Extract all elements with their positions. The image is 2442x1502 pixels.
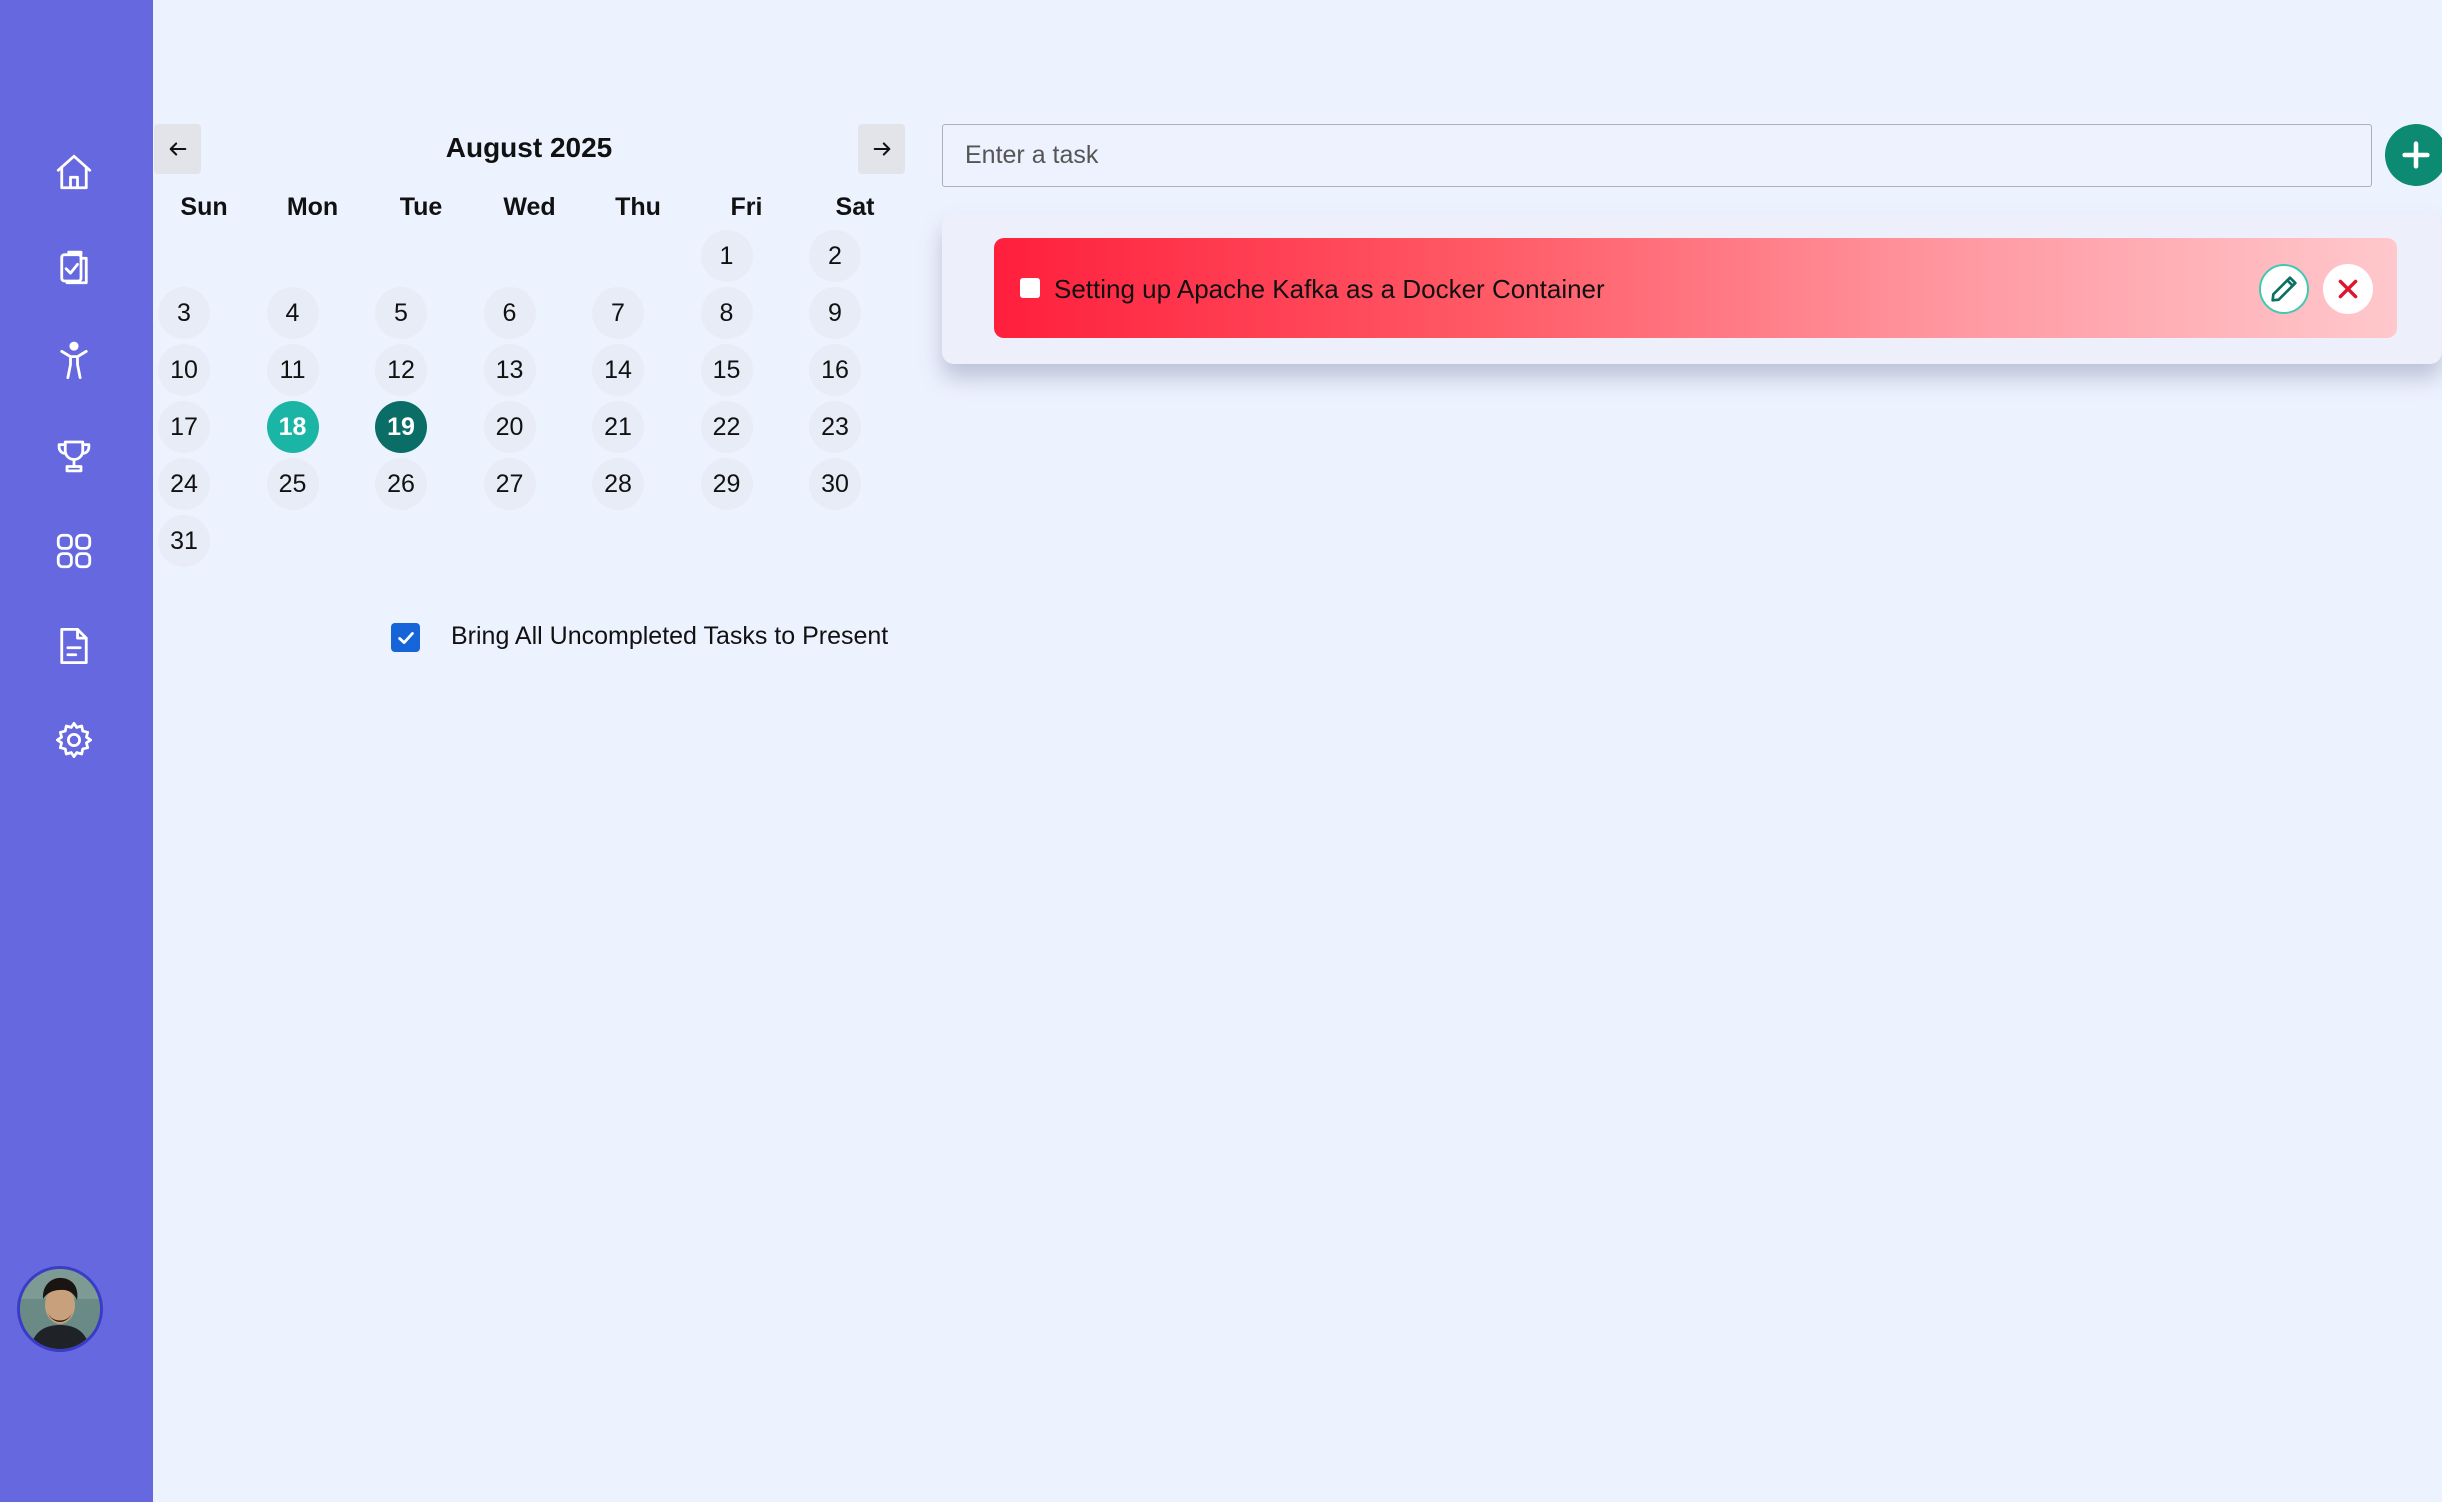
calendar-day-19[interactable]: 19: [375, 401, 427, 453]
calendar-day-18[interactable]: 18: [266, 401, 319, 453]
task-complete-checkbox[interactable]: [1020, 278, 1040, 298]
calendar-day-27[interactable]: 27: [483, 458, 536, 510]
calendar-day-14[interactable]: 14: [592, 344, 644, 396]
weekday-fri: Fri: [730, 193, 763, 221]
bring-uncompleted-label: Bring All Uncompleted Tasks to Present: [451, 622, 889, 650]
calendar-day-4[interactable]: 4: [266, 287, 319, 339]
arrow-left-icon: [169, 142, 186, 156]
calendar-day-31[interactable]: 31: [158, 515, 210, 567]
calendar-day-20[interactable]: 20: [483, 401, 536, 453]
calendar-day-13[interactable]: 13: [483, 344, 536, 396]
calendar-day-2[interactable]: 2: [809, 230, 861, 282]
calendar-month-title: August 2025: [445, 132, 613, 163]
calendar-day-28[interactable]: 28: [592, 458, 644, 510]
sidebar: [0, 0, 153, 1502]
calendar-day-7[interactable]: 7: [592, 287, 644, 339]
arrow-right-icon: [873, 142, 890, 156]
calendar-day-23[interactable]: 23: [809, 401, 861, 453]
add-task-button[interactable]: [2385, 124, 2442, 186]
calendar-day-3[interactable]: 3: [158, 287, 210, 339]
checkmark-icon: [397, 631, 414, 644]
delete-task-button[interactable]: [2323, 264, 2373, 314]
person-activity-icon[interactable]: [50, 337, 98, 385]
plus-icon: [2402, 141, 2430, 169]
weekday-mon: Mon: [286, 193, 339, 221]
weekday-sun: Sun: [180, 193, 228, 221]
trophy-icon[interactable]: [50, 432, 98, 480]
home-icon[interactable]: [50, 148, 98, 196]
bring-uncompleted-checkbox[interactable]: [391, 623, 420, 652]
task-item: Setting up Apache Kafka as a Docker Cont…: [994, 238, 2397, 338]
calendar-day-5[interactable]: 5: [375, 287, 427, 339]
calendar-day-25[interactable]: 25: [266, 458, 319, 510]
calendar-day-21[interactable]: 21: [592, 401, 644, 453]
calendar-day-15[interactable]: 15: [700, 344, 753, 396]
calendar-day-24[interactable]: 24: [158, 458, 210, 510]
calendar-day-16[interactable]: 16: [809, 344, 861, 396]
pencil-icon: [2271, 276, 2297, 302]
edit-task-button[interactable]: [2259, 264, 2309, 314]
calendar-day-12[interactable]: 12: [375, 344, 427, 396]
task-text: Setting up Apache Kafka as a Docker Cont…: [1054, 274, 1605, 304]
calendar-day-26[interactable]: 26: [375, 458, 427, 510]
user-avatar[interactable]: [17, 1266, 103, 1352]
calendar-day-8[interactable]: 8: [700, 287, 753, 339]
calendar-day-6[interactable]: 6: [483, 287, 536, 339]
calendar-day-9[interactable]: 9: [809, 287, 861, 339]
calendar-day-22[interactable]: 22: [700, 401, 753, 453]
calendar-day-17[interactable]: 17: [158, 401, 210, 453]
weekday-tue: Tue: [399, 193, 443, 221]
prev-month-button[interactable]: [154, 124, 201, 174]
calendar-day-30[interactable]: 30: [809, 458, 861, 510]
apps-grid-icon[interactable]: [50, 527, 98, 575]
clipboard-check-icon[interactable]: [50, 243, 98, 291]
calendar-day-29[interactable]: 29: [700, 458, 753, 510]
task-input[interactable]: [942, 124, 2372, 187]
avatar-image: [20, 1269, 100, 1349]
next-month-button[interactable]: [858, 124, 905, 174]
calendar-day-1[interactable]: 1: [700, 230, 753, 282]
settings-gear-icon[interactable]: [50, 716, 98, 764]
calendar-day-11[interactable]: 11: [266, 344, 319, 396]
weekday-wed: Wed: [503, 193, 556, 221]
weekday-sat: Sat: [835, 193, 875, 221]
document-icon[interactable]: [50, 622, 98, 670]
weekday-thu: Thu: [615, 193, 661, 221]
close-icon: [2338, 279, 2358, 299]
calendar-day-10[interactable]: 10: [158, 344, 210, 396]
